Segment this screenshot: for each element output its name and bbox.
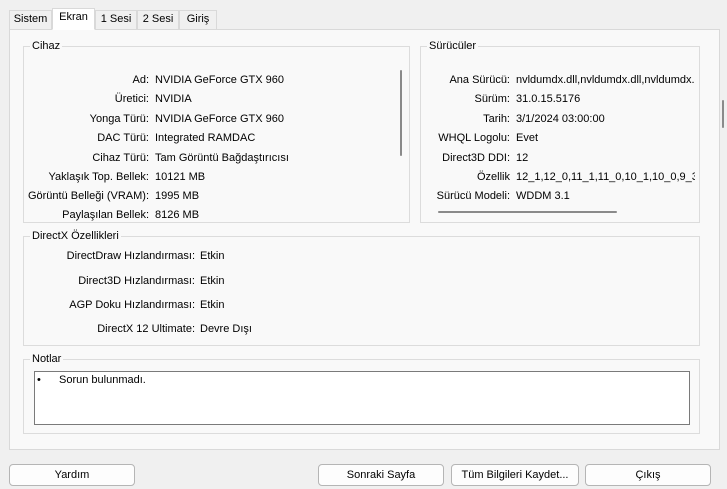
notes-group-title: Notlar xyxy=(30,352,64,366)
device-value[interactable]: NVIDIA GeForce GTX 960 xyxy=(155,72,395,88)
directx-row: Direct3D Hızlandırması: Etkin xyxy=(0,273,400,289)
device-row: Görüntü Belleği (VRAM): 1995 MB xyxy=(0,188,400,204)
directx-label: DirectX 12 Ultimate: xyxy=(97,323,195,335)
device-row: Üretici: NVIDIA xyxy=(0,91,400,107)
device-label: Yaklaşık Top. Bellek: xyxy=(48,171,149,183)
directx-value[interactable]: Devre Dışı xyxy=(200,321,320,337)
directx-label: AGP Doku Hızlandırması: xyxy=(69,299,195,311)
driver-value[interactable]: 31.0.15.5176 xyxy=(516,91,695,107)
device-label: Üretici: xyxy=(114,93,149,105)
directx-group-title: DirectX Özellikleri xyxy=(30,229,121,243)
driver-row: Tarih: 3/1/2024 03:00:00 xyxy=(420,111,700,127)
driver-value[interactable]: 12 xyxy=(516,150,695,166)
driver-row: Sürüm: 31.0.15.5176 xyxy=(420,91,700,107)
device-value[interactable]: NVIDIA GeForce GTX 960 xyxy=(155,111,395,127)
directx-value[interactable]: Etkin xyxy=(200,297,320,313)
device-value[interactable]: 8126 MB xyxy=(155,207,395,223)
driver-label: Sürücü Modeli: xyxy=(436,190,510,202)
device-row: Paylaşılan Bellek: 8126 MB xyxy=(0,207,400,223)
device-value[interactable]: Integrated RAMDAC xyxy=(155,130,395,146)
save-all-info-button[interactable]: Tüm Bilgileri Kaydet... xyxy=(451,464,579,486)
device-label: Paylaşılan Bellek: xyxy=(62,209,149,221)
drivers-vertical-scrollbar[interactable] xyxy=(722,100,724,128)
device-group-title: Cihaz xyxy=(30,39,63,53)
exit-button[interactable]: Çıkış xyxy=(585,464,711,486)
note-item: Sorun bulunmadı. xyxy=(59,374,146,386)
device-label: DAC Türü: xyxy=(97,132,149,144)
device-vertical-scrollbar[interactable] xyxy=(400,70,402,156)
tab-strip: Sistem Ekran 1 Sesi 2 Sesi Giriş xyxy=(0,0,727,30)
device-value[interactable]: NVIDIA xyxy=(155,91,395,107)
device-value[interactable]: Tam Görüntü Bağdaştırıcısı xyxy=(155,150,395,166)
driver-value[interactable]: WDDM 3.1 xyxy=(516,188,695,204)
drivers-group-title: Sürücüler xyxy=(427,39,479,53)
device-row: Ad: NVIDIA GeForce GTX 960 xyxy=(0,72,400,88)
tab-ekran[interactable]: Ekran xyxy=(52,8,95,30)
help-button[interactable]: Yardım xyxy=(9,464,135,486)
device-label: Görüntü Belleği (VRAM): xyxy=(27,190,149,202)
tab-2-sesi[interactable]: 2 Sesi xyxy=(137,10,179,29)
directx-value[interactable]: Etkin xyxy=(200,273,320,289)
device-row: Cihaz Türü: Tam Görüntü Bağdaştırıcısı xyxy=(0,150,400,166)
notes-textbox[interactable]: • Sorun bulunmadı. xyxy=(34,371,690,425)
driver-label: Tarih: xyxy=(483,113,510,125)
tab-1-sesi[interactable]: 1 Sesi xyxy=(95,10,137,29)
device-label: Cihaz Türü: xyxy=(92,152,149,164)
tab-sistem[interactable]: Sistem xyxy=(9,10,52,29)
driver-label: Ana Sürücü: xyxy=(449,74,510,86)
driver-row: WHQL Logolu: Evet xyxy=(420,130,700,146)
device-label: Yonga Türü: xyxy=(89,113,149,125)
driver-value[interactable]: 12_1,12_0,11_1,11_0,10_1,10_0,9_3 xyxy=(516,169,695,185)
directx-value[interactable]: Etkin xyxy=(200,248,320,264)
driver-row: Direct3D DDI: 12 xyxy=(420,150,700,166)
directx-label: DirectDraw Hızlandırması: xyxy=(66,250,195,262)
driver-value[interactable]: nvldumdx.dll,nvldumdx.dll,nvldumdx.d xyxy=(516,72,695,88)
driver-value[interactable]: Evet xyxy=(516,130,695,146)
note-bullet: • xyxy=(37,374,41,386)
driver-label: Özellik xyxy=(476,171,510,183)
tab-giris[interactable]: Giriş xyxy=(179,10,217,29)
device-value[interactable]: 1995 MB xyxy=(155,188,395,204)
directx-row: AGP Doku Hızlandırması: Etkin xyxy=(0,297,400,313)
directx-label: Direct3D Hızlandırması: xyxy=(78,275,195,287)
driver-label: Sürüm: xyxy=(474,93,510,105)
next-page-button[interactable]: Sonraki Sayfa xyxy=(318,464,444,486)
drivers-horizontal-scrollbar[interactable] xyxy=(438,211,617,213)
driver-value[interactable]: 3/1/2024 03:00:00 xyxy=(516,111,695,127)
device-row: DAC Türü: Integrated RAMDAC xyxy=(0,130,400,146)
directx-row: DirectX 12 Ultimate: Devre Dışı xyxy=(0,321,400,337)
driver-label: Direct3D DDI: xyxy=(442,152,510,164)
driver-row: Özellik 12_1,12_0,11_1,11_0,10_1,10_0,9_… xyxy=(420,169,700,185)
device-label: Ad: xyxy=(132,74,149,86)
driver-row: Sürücü Modeli: WDDM 3.1 xyxy=(420,188,700,204)
driver-label: WHQL Logolu: xyxy=(438,132,510,144)
device-row: Yaklaşık Top. Bellek: 10121 MB xyxy=(0,169,400,185)
driver-row: Ana Sürücü: nvldumdx.dll,nvldumdx.dll,nv… xyxy=(420,72,700,88)
device-value[interactable]: 10121 MB xyxy=(155,169,395,185)
directx-row: DirectDraw Hızlandırması: Etkin xyxy=(0,248,400,264)
device-row: Yonga Türü: NVIDIA GeForce GTX 960 xyxy=(0,111,400,127)
